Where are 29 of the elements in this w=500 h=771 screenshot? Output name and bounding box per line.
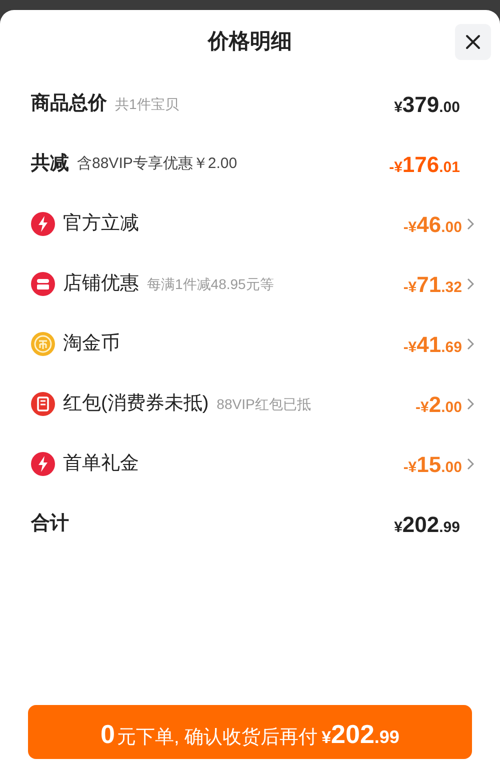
row-note: 共1件宝贝 — [115, 94, 179, 114]
row-label: 商品总价 — [31, 92, 107, 116]
amount: ¥379.00 — [394, 90, 460, 118]
amount: -¥2.00 — [416, 390, 462, 418]
amount: -¥71.32 — [403, 270, 462, 298]
row-label: 共减 — [31, 152, 69, 176]
amount: -¥15.00 — [403, 450, 462, 478]
row-label: 店铺优惠 — [63, 272, 139, 296]
close-icon — [465, 34, 481, 50]
row-label: 淘金币 — [63, 332, 120, 356]
chevron-right-icon — [466, 398, 474, 410]
row-label: 首单礼金 — [63, 452, 139, 476]
amount: ¥202.99 — [394, 510, 460, 538]
chevron-right-icon — [466, 338, 474, 350]
pay-button[interactable]: 0 元下单, 确认收货后再付 ¥202.99 — [28, 705, 472, 759]
close-button[interactable] — [455, 24, 491, 60]
row-label: 红包(消费券未抵) — [63, 392, 209, 416]
chevron-right-icon — [466, 218, 474, 230]
row-note: 88VIP红包已抵 — [216, 394, 311, 414]
amount: -¥176.01 — [389, 150, 460, 178]
row-note: 每满1件减48.95元等 — [147, 274, 274, 294]
row-label: 官方立减 — [63, 212, 139, 236]
chevron-right-icon — [466, 458, 474, 470]
row-note: 含88VIP专享优惠￥2.00 — [77, 154, 238, 174]
amount: -¥41.69 — [403, 330, 462, 358]
row-label: 合计 — [31, 512, 69, 536]
sheet-title: 价格明细 — [208, 29, 292, 56]
amount: -¥46.00 — [403, 210, 462, 238]
chevron-right-icon — [466, 278, 474, 290]
